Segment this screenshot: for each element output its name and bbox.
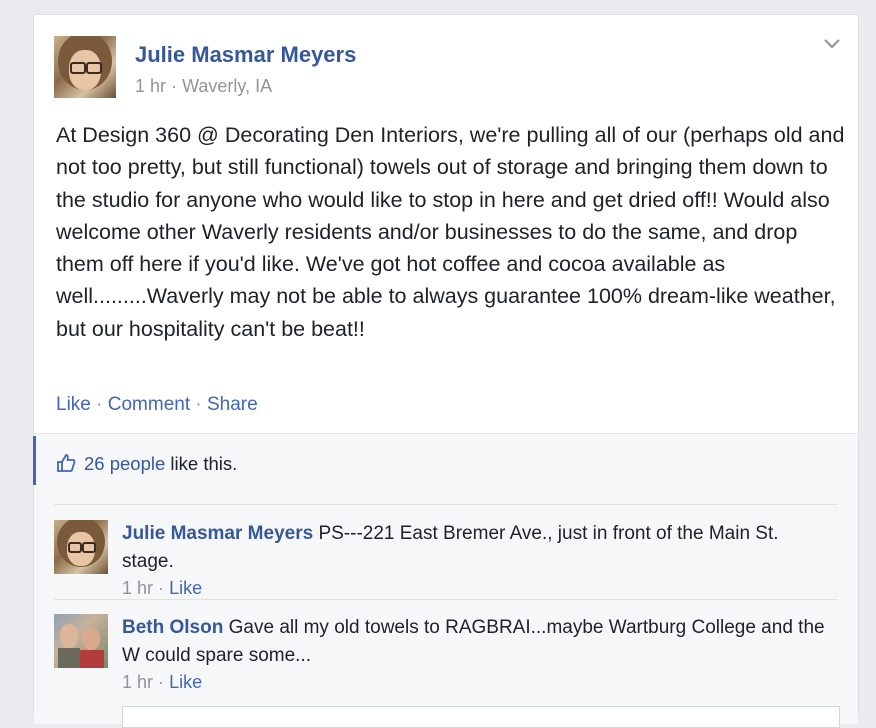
comment-like-link[interactable]: Like — [169, 672, 202, 692]
footer-divider — [54, 504, 838, 505]
likes-accent-bar — [33, 436, 36, 485]
like-link[interactable]: Like — [56, 394, 91, 415]
likes-count-link[interactable]: 26 people — [84, 453, 165, 474]
likes-summary: 26 people like this. — [56, 453, 237, 478]
comment-input[interactable] — [122, 706, 840, 728]
comment-avatar[interactable] — [54, 520, 108, 574]
likes-suffix: like this. — [165, 453, 238, 474]
comment-like-link[interactable]: Like — [169, 578, 202, 598]
meta-separator: · — [158, 578, 165, 598]
post-actions: Like · Comment · Share — [56, 394, 258, 416]
comment-author[interactable]: Julie Masmar Meyers — [122, 523, 313, 544]
comment-content: Gave all my old towels to RAGBRAI...mayb… — [122, 617, 825, 666]
author-avatar[interactable] — [54, 36, 116, 98]
comment-text: Beth Olson Gave all my old towels to RAG… — [122, 614, 832, 669]
comment-time[interactable]: 1 hr — [122, 578, 153, 598]
action-separator: · — [195, 394, 202, 415]
comment-divider — [54, 599, 838, 600]
post-meta: 1 hr · Waverly, IA — [135, 76, 272, 97]
share-link[interactable]: Share — [207, 394, 258, 415]
comment-author[interactable]: Beth Olson — [122, 617, 223, 638]
comment-avatar[interactable] — [54, 614, 108, 668]
comment-meta: 1 hr · Like — [122, 578, 202, 599]
comment-meta: 1 hr · Like — [122, 672, 202, 693]
post-author-name[interactable]: Julie Masmar Meyers — [135, 42, 356, 68]
comment-time[interactable]: 1 hr — [122, 672, 153, 692]
meta-separator: · — [171, 76, 178, 96]
post-footer: 26 people like this. Julie Masmar Meyers… — [33, 433, 858, 728]
post-body-text: At Design 360 @ Decorating Den Interiors… — [56, 123, 845, 341]
thumbs-up-icon[interactable] — [56, 453, 76, 478]
comment-text: Julie Masmar Meyers PS---221 East Bremer… — [122, 520, 832, 575]
chevron-down-icon[interactable] — [822, 37, 842, 53]
post-time[interactable]: 1 hr — [135, 76, 166, 96]
post-location[interactable]: Waverly, IA — [182, 76, 272, 96]
action-separator: · — [96, 394, 103, 415]
meta-separator: · — [158, 672, 165, 692]
post-card: Julie Masmar Meyers 1 hr · Waverly, IA A… — [33, 14, 859, 728]
comment-link[interactable]: Comment — [108, 394, 190, 415]
